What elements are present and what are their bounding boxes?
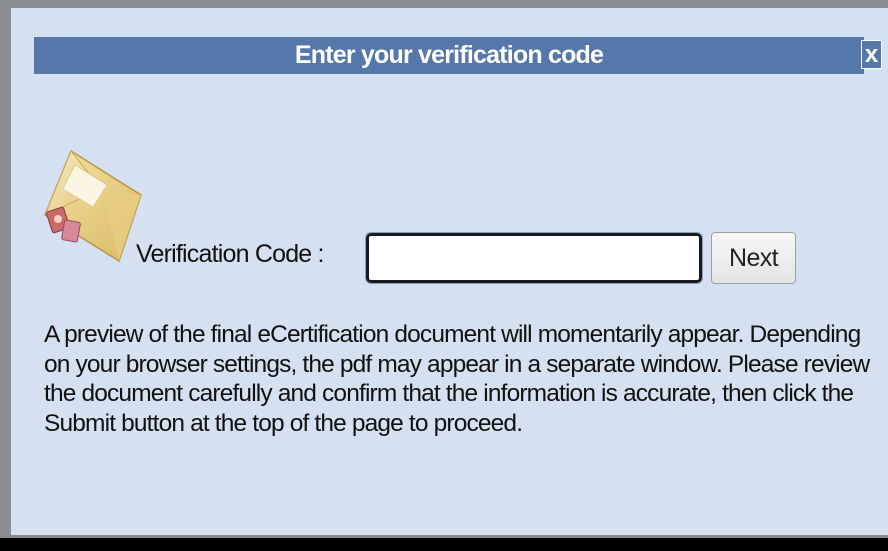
verification-dialog: Enter your verification code x Verificat… <box>11 8 888 535</box>
dialog-title: Enter your verification code <box>294 41 604 69</box>
close-button[interactable]: x <box>861 40 882 69</box>
instructions-text: A preview of the final eCertification do… <box>44 321 870 437</box>
dialog-title-bar: Enter your verification code x <box>34 37 882 74</box>
bottom-edge <box>0 538 888 551</box>
verification-code-input[interactable] <box>365 232 703 284</box>
next-button[interactable]: Next <box>711 232 796 284</box>
verification-code-label: Verification Code : <box>136 240 325 268</box>
envelope-icon <box>44 149 142 263</box>
